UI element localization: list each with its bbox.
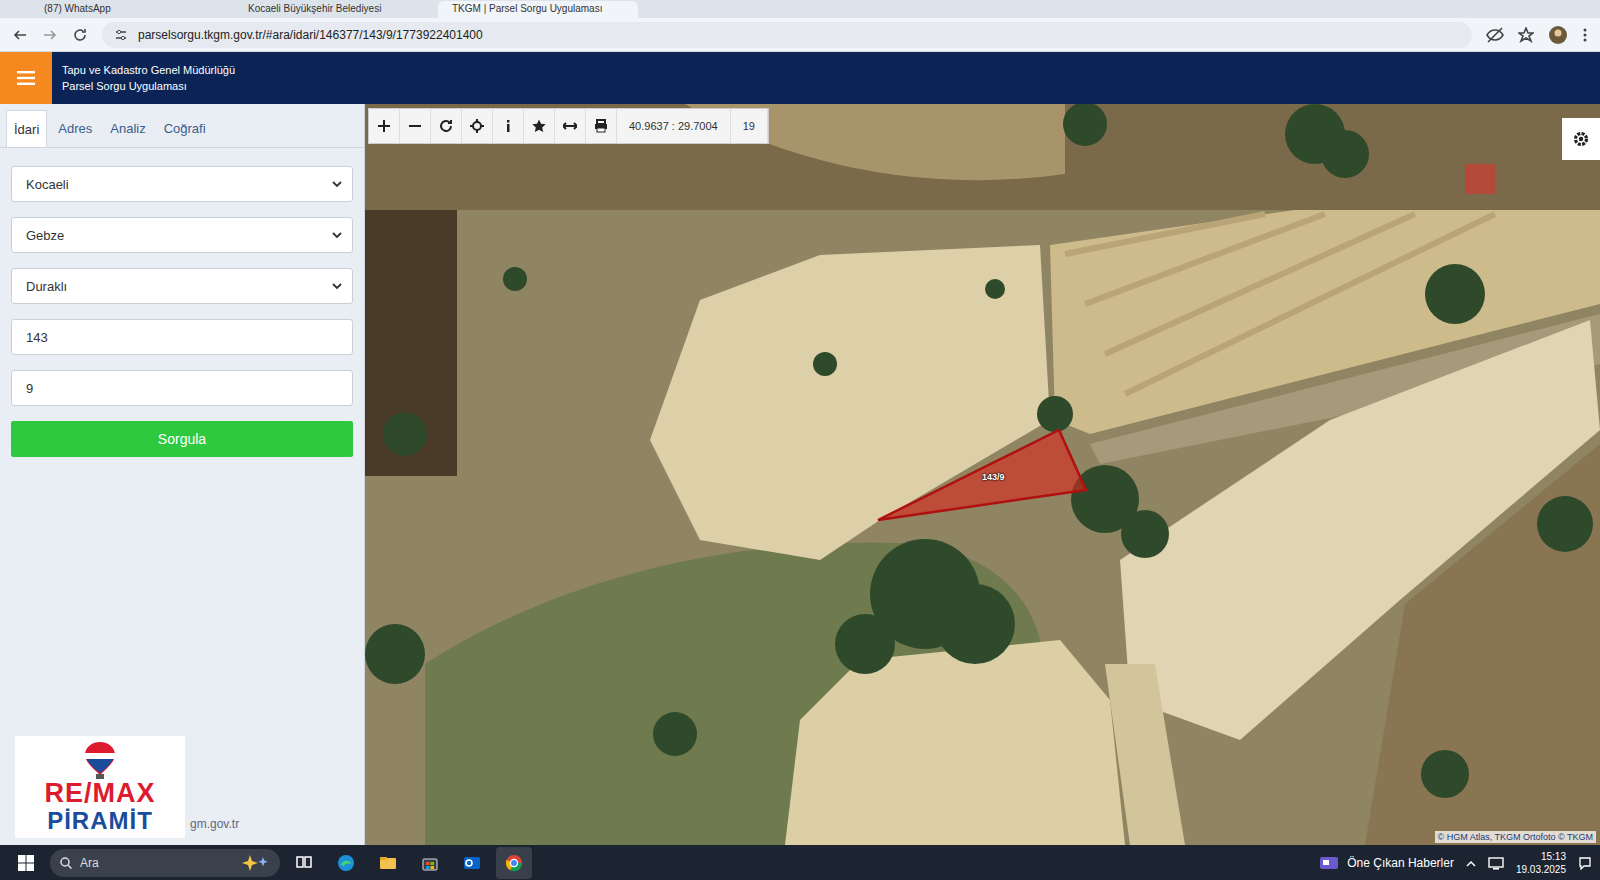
tray-chevron-icon[interactable]	[1466, 859, 1476, 867]
file-explorer-icon[interactable]	[370, 847, 406, 879]
map-attribution: © HGM Atlas, TKGM Ortofoto © TKGM	[1435, 831, 1596, 843]
field-value[interactable]: 143	[26, 330, 48, 345]
sidebar-tabs: İdariAdresAnalizCoğrafi	[0, 104, 364, 148]
back-icon[interactable]	[12, 27, 28, 43]
office-name: PİRAMİT	[47, 809, 153, 833]
field-value[interactable]: Duraklı	[26, 279, 67, 294]
network-icon[interactable]	[1488, 856, 1504, 870]
forward-icon[interactable]	[42, 27, 58, 43]
app-subtitle: Parsel Sorgu Uygulaması	[62, 78, 235, 94]
locate-icon[interactable]	[470, 119, 484, 133]
toolbar-button[interactable]	[493, 109, 524, 143]
toolbar-button[interactable]	[431, 109, 462, 143]
task-view-icon[interactable]	[286, 847, 322, 879]
browser-tab[interactable]: Kocaeli Büyükşehir Belediyesi	[234, 1, 434, 18]
sidebar-tab[interactable]: Analiz	[103, 110, 152, 147]
app-header: Tapu ve Kadastro Genel MüdürlüğüParsel S…	[0, 52, 1600, 104]
news-widget[interactable]: Öne Çıkan Haberler	[1319, 855, 1454, 871]
remax-watermark: RE/MAXPİRAMİT	[15, 736, 185, 838]
text-field[interactable]: 9	[11, 370, 353, 406]
select-field[interactable]: Kocaeli	[11, 166, 353, 202]
search-placeholder[interactable]: Ara	[80, 856, 99, 870]
system-tray: Öne Çıkan Haberler 15:1319.03.2025	[1319, 850, 1592, 876]
windows-start-icon[interactable]	[8, 847, 44, 879]
toolbar-button[interactable]	[462, 109, 493, 143]
main-area: İdariAdresAnalizCoğrafi Kocaeli Gebze Durak…	[0, 104, 1600, 845]
url-text[interactable]: parselsorgu.tkgm.gov.tr/#ara/idari/14637…	[138, 28, 483, 42]
browser-tabstrip: (87) WhatsAppKocaeli Büyükşehir Belediye…	[0, 0, 1600, 18]
field-value[interactable]: Gebze	[26, 228, 64, 243]
sidebar-tab[interactable]: Coğrafi	[157, 110, 213, 147]
select-field[interactable]: Duraklı	[11, 268, 353, 304]
info-icon[interactable]	[501, 119, 515, 133]
taskbar-search[interactable]: Ara	[50, 849, 280, 877]
edge-icon[interactable]	[328, 847, 364, 879]
search-icon[interactable]	[60, 857, 72, 869]
notification-icon[interactable]	[1578, 856, 1592, 870]
refresh-icon[interactable]	[439, 119, 453, 133]
zoom-level: 19	[731, 109, 768, 143]
chevron-down-icon[interactable]	[332, 181, 342, 188]
browser-tab[interactable]: (87) WhatsApp	[30, 1, 230, 18]
reload-icon[interactable]	[72, 27, 88, 43]
site-settings-icon[interactable]	[114, 28, 128, 42]
taskbar: Ara Öne Çıkan Haberler 15:1319.03.2025	[0, 845, 1600, 880]
map-view[interactable]: 40.9637 : 29.700419 143/9 © HGM Atlas, TKG…	[365, 104, 1600, 845]
app-title: Tapu ve Kadastro Genel Müdürlüğü	[62, 62, 235, 78]
balloon-logo-icon	[83, 740, 117, 780]
toolbar-button[interactable]	[586, 109, 617, 143]
clock-time[interactable]: 15:13	[1541, 850, 1566, 863]
address-bar: parselsorgu.tkgm.gov.tr/#ara/idari/14637…	[0, 18, 1600, 52]
bookmark-star-icon[interactable]	[1518, 27, 1534, 43]
profile-icon[interactable]	[1548, 25, 1568, 45]
gear-icon[interactable]	[1572, 130, 1590, 148]
field-value[interactable]: 9	[26, 381, 33, 396]
zoom-in-icon[interactable]	[377, 119, 391, 133]
store-icon[interactable]	[412, 847, 448, 879]
settings-button[interactable]	[1562, 118, 1600, 160]
chrome-icon[interactable]	[496, 847, 532, 879]
query-form: Kocaeli Gebze Duraklı 143 9 Sorgula	[0, 148, 364, 457]
copilot-sparkle-icon[interactable]	[240, 854, 270, 872]
app-titles: Tapu ve Kadastro Genel MüdürlüğüParsel S…	[52, 52, 235, 104]
brand-name: RE/MAX	[44, 780, 155, 807]
eye-slash-icon[interactable]	[1486, 27, 1504, 43]
sidebar-tab[interactable]: Adres	[51, 110, 99, 147]
chevron-down-icon[interactable]	[332, 283, 342, 290]
toolbar-button[interactable]	[400, 109, 431, 143]
clock[interactable]: 15:1319.03.2025	[1516, 850, 1566, 876]
toolbar-button[interactable]	[524, 109, 555, 143]
select-field[interactable]: Gebze	[11, 217, 353, 253]
measure-icon[interactable]	[563, 119, 577, 133]
map-toolbar: 40.9637 : 29.700419	[368, 108, 769, 144]
sidebar-tab[interactable]: İdari	[6, 110, 47, 147]
menu-dots-icon[interactable]	[1582, 27, 1588, 43]
outlook-icon[interactable]	[454, 847, 490, 879]
sidebar: İdariAdresAnalizCoğrafi Kocaeli Gebze Durak…	[0, 104, 365, 845]
parcel-label[interactable]: 143/9	[982, 472, 1005, 482]
url-field[interactable]: parselsorgu.tkgm.gov.tr/#ara/idari/14637…	[102, 22, 1472, 48]
field-value[interactable]: Kocaeli	[26, 177, 69, 192]
favorite-star-icon[interactable]	[532, 119, 546, 133]
hamburger-icon[interactable]	[17, 71, 35, 85]
zoom-out-icon[interactable]	[408, 119, 422, 133]
chevron-down-icon[interactable]	[332, 232, 342, 239]
news-icon[interactable]	[1319, 855, 1339, 871]
news-label[interactable]: Öne Çıkan Haberler	[1347, 856, 1454, 870]
print-icon[interactable]	[594, 119, 608, 133]
menu-button[interactable]	[0, 52, 52, 104]
clock-date[interactable]: 19.03.2025	[1516, 863, 1566, 876]
coordinates-readout: 40.9637 : 29.7004	[617, 109, 731, 143]
query-button[interactable]: Sorgula	[11, 421, 353, 457]
toolbar-button[interactable]	[555, 109, 586, 143]
browser-tab[interactable]: TKGM | Parsel Sorgu Uygulaması	[438, 1, 638, 18]
toolbar-button[interactable]	[369, 109, 400, 143]
text-field[interactable]: 143	[11, 319, 353, 355]
